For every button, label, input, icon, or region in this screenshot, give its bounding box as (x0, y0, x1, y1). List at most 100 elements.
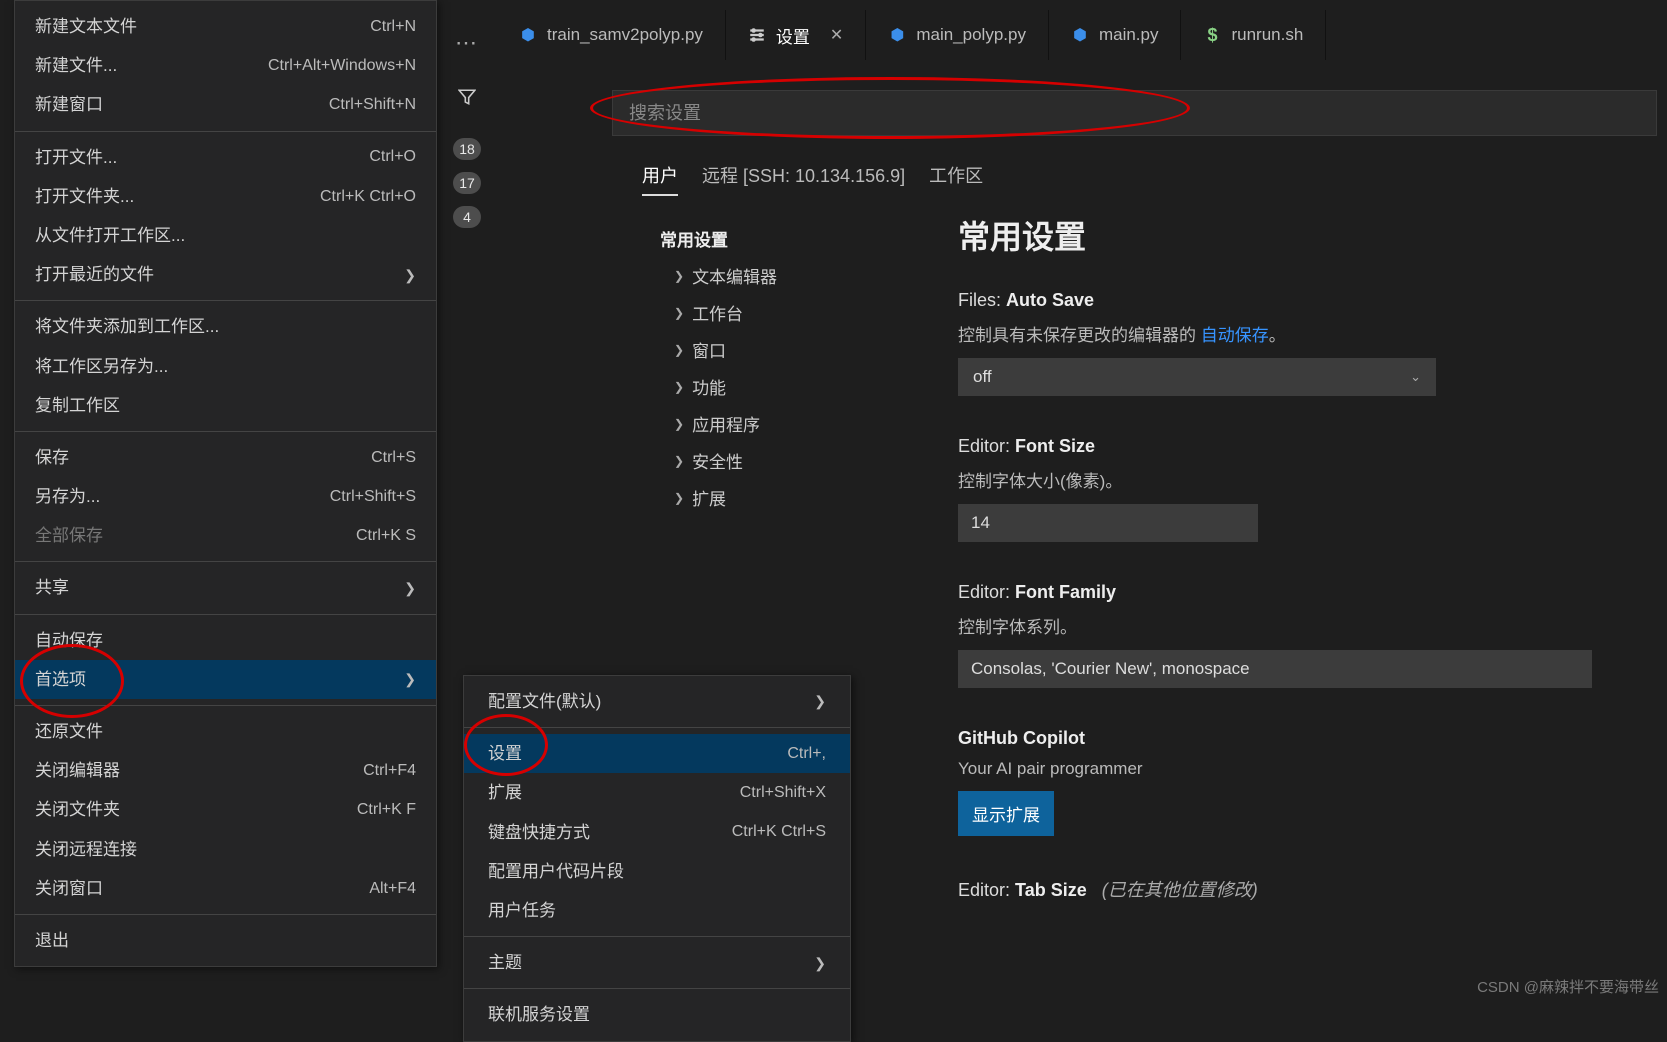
setting-autosave: Files: Auto Save 控制具有未保存更改的编辑器的 自动保存。 of… (958, 290, 1647, 396)
side-security[interactable]: ❯安全性 (660, 442, 915, 479)
menu-separator (464, 727, 850, 728)
setting-title: Files: Auto Save (958, 290, 1647, 311)
scope-remote[interactable]: 远程 [SSH: 10.134.156.9] (702, 156, 905, 196)
chevron-right-icon: ❯ (674, 343, 684, 357)
menu-close-remote[interactable]: 关闭远程连接 (15, 830, 436, 869)
menu-close-folder[interactable]: 关闭文件夹Ctrl+K F (15, 790, 436, 829)
menu-add-folder[interactable]: 将文件夹添加到工作区... (15, 307, 436, 346)
submenu-settings[interactable]: 设置Ctrl+, (464, 734, 850, 773)
menu-separator (464, 936, 850, 937)
chevron-right-icon: ❯ (814, 690, 826, 712)
menu-open-workspace[interactable]: 从文件打开工作区... (15, 216, 436, 255)
python-icon: ⬢ (888, 26, 906, 44)
side-features[interactable]: ❯功能 (660, 368, 915, 405)
submenu-theme[interactable]: 主题❯ (464, 943, 850, 982)
menu-open-recent[interactable]: 打开最近的文件❯ (15, 255, 436, 294)
tab-label: main.py (1099, 25, 1159, 45)
setting-title: Editor: Font Size (958, 436, 1647, 457)
chevron-right-icon: ❯ (674, 417, 684, 431)
chevron-right-icon: ❯ (674, 306, 684, 320)
scope-workspace[interactable]: 工作区 (929, 156, 983, 196)
menu-separator (464, 988, 850, 989)
setting-fontfamily: Editor: Font Family 控制字体系列。 (958, 582, 1647, 688)
submenu-tasks[interactable]: 用户任务 (464, 891, 850, 930)
autosave-link[interactable]: 自动保存 (1201, 326, 1269, 345)
settings-sidebar: 常用设置 ❯文本编辑器 ❯工作台 ❯窗口 ❯功能 ❯应用程序 ❯安全性 ❯扩展 (660, 220, 915, 516)
tab-label: train_samv2polyp.py (547, 25, 703, 45)
setting-copilot: GitHub Copilot Your AI pair programmer 显… (958, 728, 1647, 836)
menu-separator (15, 431, 436, 432)
chevron-down-icon: ⌄ (1410, 369, 1421, 385)
side-workbench[interactable]: ❯工作台 (660, 294, 915, 331)
tab-main[interactable]: ⬢ main.py (1049, 10, 1182, 60)
settings-heading: 常用设置 (958, 212, 1647, 258)
menu-save-as[interactable]: 另存为...Ctrl+Shift+S (15, 477, 436, 516)
menu-new-window[interactable]: 新建窗口Ctrl+Shift+N (15, 85, 436, 124)
setting-desc: Your AI pair programmer (958, 759, 1647, 779)
menu-separator (15, 131, 436, 132)
submenu-keyboard[interactable]: 键盘快捷方式Ctrl+K Ctrl+S (464, 813, 850, 852)
filter-icon[interactable] (458, 88, 476, 112)
chevron-right-icon: ❯ (814, 952, 826, 974)
chevron-right-icon: ❯ (404, 264, 416, 286)
submenu-online[interactable]: 联机服务设置 (464, 995, 850, 1034)
badge-3: 4 (453, 206, 481, 228)
side-window[interactable]: ❯窗口 (660, 331, 915, 368)
menu-separator (15, 561, 436, 562)
preferences-submenu: 配置文件(默认)❯ 设置Ctrl+, 扩展Ctrl+Shift+X 键盘快捷方式… (463, 675, 851, 1042)
menu-save-ws-as[interactable]: 将工作区另存为... (15, 347, 436, 386)
fontsize-input[interactable] (958, 504, 1258, 542)
settings-scope-tabs: 用户 远程 [SSH: 10.134.156.9] 工作区 (642, 156, 983, 196)
watermark: CSDN @麻辣拌不要海带丝 (1477, 976, 1659, 997)
close-icon[interactable]: ✕ (830, 25, 843, 45)
tab-runrun[interactable]: $ runrun.sh (1181, 10, 1326, 60)
menu-preferences[interactable]: 首选项❯ (15, 660, 436, 699)
scope-user[interactable]: 用户 (642, 156, 678, 196)
side-texteditor[interactable]: ❯文本编辑器 (660, 257, 915, 294)
chevron-right-icon: ❯ (674, 269, 684, 283)
chevron-right-icon: ❯ (674, 454, 684, 468)
setting-title: Editor: Tab Size (已在其他位置修改) (958, 876, 1647, 902)
settings-search-input[interactable] (612, 90, 1657, 136)
chevron-right-icon: ❯ (674, 380, 684, 394)
menu-open-file[interactable]: 打开文件...Ctrl+O (15, 138, 436, 177)
badge-2: 17 (453, 172, 481, 194)
side-application[interactable]: ❯应用程序 (660, 405, 915, 442)
menu-close-editor[interactable]: 关闭编辑器Ctrl+F4 (15, 751, 436, 790)
setting-desc: 控制字体大小(像素)。 (958, 467, 1647, 492)
settings-icon (748, 26, 766, 44)
menu-exit[interactable]: 退出 (15, 921, 436, 960)
menu-close-window[interactable]: 关闭窗口Alt+F4 (15, 869, 436, 908)
setting-title: GitHub Copilot (958, 728, 1647, 749)
menu-dup-ws[interactable]: 复制工作区 (15, 386, 436, 425)
chevron-right-icon: ❯ (404, 668, 416, 690)
menu-save[interactable]: 保存Ctrl+S (15, 438, 436, 477)
show-extension-button[interactable]: 显示扩展 (958, 791, 1054, 836)
menu-separator (15, 300, 436, 301)
menu-separator (15, 614, 436, 615)
menu-share[interactable]: 共享❯ (15, 568, 436, 607)
setting-desc: 控制字体系列。 (958, 613, 1647, 638)
menu-new-file[interactable]: 新建文件...Ctrl+Alt+Windows+N (15, 46, 436, 85)
setting-fontsize: Editor: Font Size 控制字体大小(像素)。 (958, 436, 1647, 542)
fontfamily-input[interactable] (958, 650, 1592, 688)
tab-mainpolyp[interactable]: ⬢ main_polyp.py (866, 10, 1049, 60)
submenu-snippets[interactable]: 配置用户代码片段 (464, 852, 850, 891)
menu-new-text-file[interactable]: 新建文本文件Ctrl+N (15, 7, 436, 46)
settings-search-wrap (612, 90, 1657, 136)
python-icon: ⬢ (1071, 26, 1089, 44)
more-icon[interactable]: ⋯ (455, 30, 479, 56)
tab-label: main_polyp.py (916, 25, 1026, 45)
menu-save-all[interactable]: 全部保存Ctrl+K S (15, 516, 436, 555)
menu-open-folder[interactable]: 打开文件夹...Ctrl+K Ctrl+O (15, 177, 436, 216)
shell-icon: $ (1203, 26, 1221, 44)
submenu-extensions[interactable]: 扩展Ctrl+Shift+X (464, 773, 850, 812)
submenu-profiles[interactable]: 配置文件(默认)❯ (464, 682, 850, 721)
tab-train[interactable]: ⬢ train_samv2polyp.py (497, 10, 726, 60)
side-extensions[interactable]: ❯扩展 (660, 479, 915, 516)
menu-revert[interactable]: 还原文件 (15, 712, 436, 751)
tab-settings[interactable]: 设置 ✕ (726, 10, 866, 60)
autosave-dropdown[interactable]: off ⌄ (958, 358, 1436, 396)
side-common[interactable]: 常用设置 (660, 220, 915, 257)
menu-autosave[interactable]: 自动保存 (15, 621, 436, 660)
